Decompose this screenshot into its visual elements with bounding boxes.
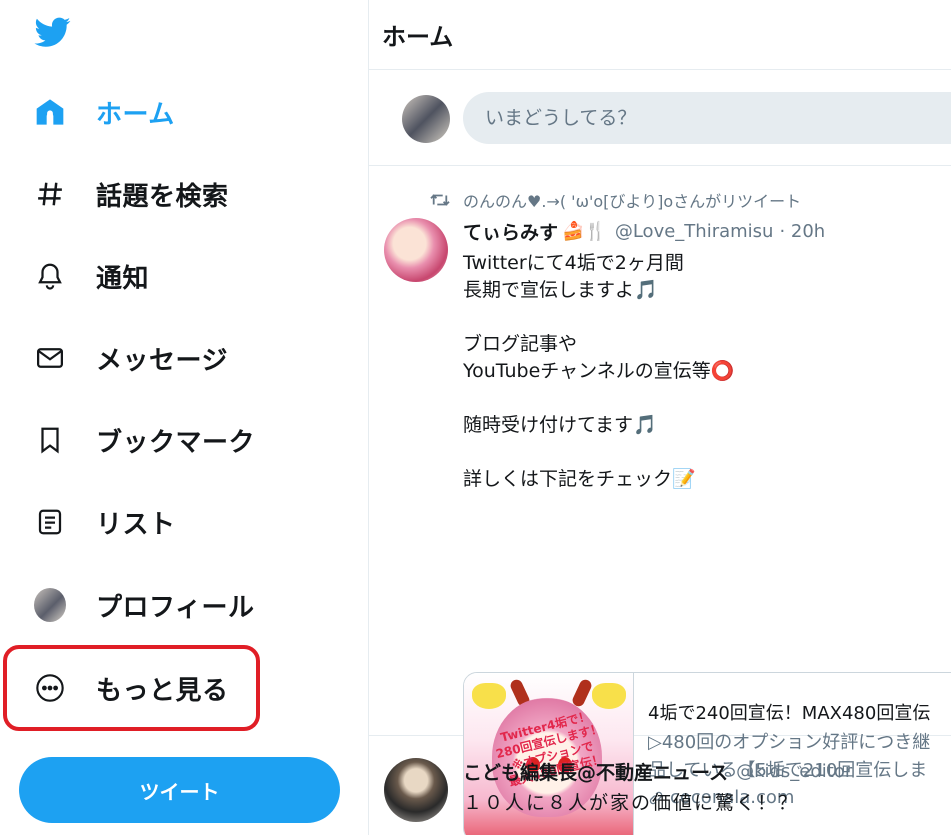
nav-label: 話題を検索: [96, 181, 229, 212]
retweeted-by[interactable]: のんのん♥.→( 'ω'o[びより]oさんがリツイート: [463, 188, 801, 212]
nav-item-profile[interactable]: プロフィール: [20, 577, 254, 633]
nav-item-bookmarks[interactable]: ブックマーク: [20, 412, 255, 468]
tweet-author-name[interactable]: こども編集長@不動産ニュース: [463, 758, 728, 785]
nav-label: プロフィール: [96, 592, 255, 623]
profile-icon-wrap: [34, 588, 66, 622]
avatar: [34, 588, 66, 622]
tweet[interactable]: のんのん♥.→( 'ω'o[びより]oさんがリツイート てぃらみす 🍰🍴 @Lo…: [369, 166, 951, 835]
tweet-text: Twitterにて4垢で2ヶ月間 長期で宣伝しますよ🎵 ブログ記事や YouTu…: [463, 252, 735, 490]
sidebar: ホーム 話題を検索 通知 メッセージ ブックマーク リスト プロフィール もっと…: [0, 0, 368, 835]
tweet-author-name[interactable]: てぃらみす: [463, 218, 558, 245]
tweet-author-handle[interactable]: @kids_editor: [736, 761, 852, 782]
avatar[interactable]: [384, 758, 448, 822]
list-icon: [34, 506, 66, 538]
compose-input[interactable]: [463, 92, 951, 144]
nav-item-home[interactable]: ホーム: [20, 84, 175, 140]
tweet-header: てぃらみす 🍰🍴 @Love_Thiramisu · 20h: [463, 218, 825, 245]
home-icon: [34, 96, 66, 128]
twitter-bird-icon[interactable]: [33, 14, 73, 50]
compose-box: [369, 70, 951, 166]
nav-label: メッセージ: [96, 345, 228, 376]
avatar[interactable]: [384, 218, 448, 282]
nav-label: リスト: [96, 509, 176, 540]
nav-item-messages[interactable]: メッセージ: [20, 330, 228, 386]
name-emoji: 🍰🍴: [562, 221, 607, 242]
highlight-annotation: [3, 645, 260, 731]
page-title: ホーム: [382, 23, 454, 51]
tweet-time[interactable]: · 20h: [779, 221, 825, 242]
tweet-button[interactable]: ツイート: [19, 757, 340, 823]
nav-item-lists[interactable]: リスト: [20, 494, 176, 550]
bookmark-icon: [34, 424, 66, 456]
tweet-header: こども編集長@不動産ニュース @kids_editor: [463, 758, 852, 785]
nav-label: ホーム: [96, 99, 175, 130]
main-timeline: ホーム のんのん♥.→( 'ω'o[びより]oさんがリツイート てぃらみす 🍰🍴…: [368, 0, 951, 835]
retweet-context: のんのん♥.→( 'ω'o[びより]oさんがリツイート: [429, 188, 801, 212]
nav-item-notifications[interactable]: 通知: [20, 248, 149, 304]
retweet-icon: [430, 194, 450, 206]
nav-label: ブックマーク: [96, 427, 256, 458]
card-title: 4垢で240回宣伝！MAX480回宣伝: [648, 703, 931, 724]
envelope-icon: [34, 342, 66, 374]
hashtag-icon: [34, 178, 66, 210]
tweet-text: １０人に８人が家の価値に驚く！？: [463, 792, 800, 814]
avatar[interactable]: [402, 95, 450, 143]
nav-item-explore[interactable]: 話題を検索: [20, 166, 229, 222]
bell-icon: [34, 260, 66, 292]
timeline-header: ホーム: [369, 0, 951, 70]
nav-label: 通知: [96, 263, 150, 294]
tweet-author-handle[interactable]: @Love_Thiramisu: [615, 221, 774, 242]
